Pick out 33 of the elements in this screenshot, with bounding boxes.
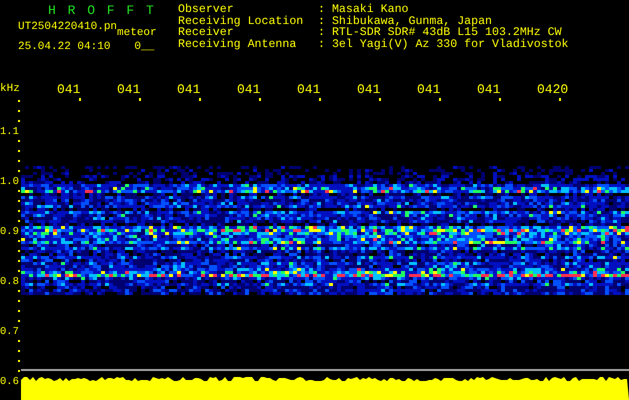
time-label: 041	[117, 82, 140, 97]
info-value: Shibukawa, Gunma, Japan	[332, 14, 492, 28]
time-label: 041	[237, 82, 260, 97]
info-label: Receiving Antenna	[178, 39, 298, 51]
frequency-label: 0.9	[0, 226, 19, 238]
time-label: 041	[177, 82, 200, 97]
file-name: UT2504220410.pn	[18, 22, 118, 33]
info-label: Receiver	[178, 27, 234, 40]
frequency-label: 1.1	[0, 126, 19, 138]
info-label: Observer	[178, 4, 234, 16]
frequency-label: 0.6	[0, 376, 19, 388]
timestamp: 25.04.22 04:10	[18, 42, 110, 53]
separator: :	[318, 3, 325, 16]
info-value: 3el Yagi(V) Az 330 for Vladivostok	[332, 38, 569, 52]
time-label: 041	[297, 82, 320, 97]
axis-unit: kHz	[0, 83, 20, 95]
time-label: 0420	[537, 82, 568, 97]
frequency-label: 0.8	[0, 276, 19, 288]
app-title: H R O F F T	[47, 2, 155, 17]
info-value: RTL-SDR SDR# 43dB L15 103.2MHz CW	[332, 26, 562, 40]
frequency-label: 1.0	[0, 176, 19, 188]
time-label: 041	[57, 82, 80, 97]
time-label: 041	[417, 82, 440, 97]
counter: 0__	[134, 42, 154, 53]
mode-label: meteor	[117, 28, 157, 39]
separator: :	[318, 38, 325, 52]
time-label: 041	[477, 82, 500, 97]
info-value: Masaki Kano	[332, 3, 408, 16]
time-label: 041	[357, 82, 380, 97]
info-label: Receiving Location	[178, 16, 304, 28]
separator: :	[318, 14, 325, 28]
frequency-label: 0.7	[0, 326, 19, 338]
separator: :	[318, 26, 325, 40]
